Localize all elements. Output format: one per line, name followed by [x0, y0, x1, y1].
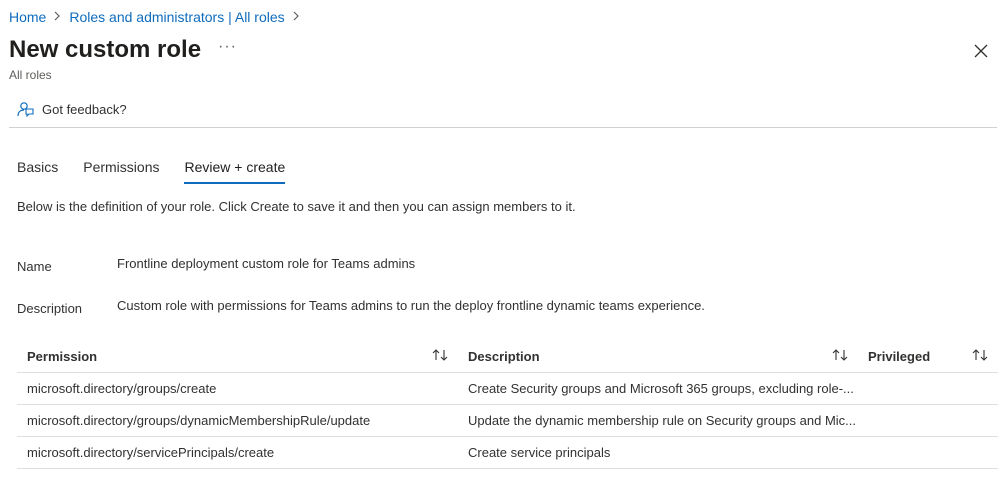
- description-cell: Update the dynamic membership rule on Se…: [468, 413, 857, 428]
- privileged-cell: [868, 373, 968, 404]
- close-button[interactable]: [970, 40, 992, 62]
- chevron-right-icon: [293, 10, 300, 24]
- privileged-cell: [868, 405, 968, 436]
- intro-text: Below is the definition of your role. Cl…: [17, 199, 576, 214]
- page-title: New custom role: [9, 36, 202, 63]
- breadcrumb-roles-link[interactable]: Roles and administrators | All roles: [69, 9, 284, 25]
- tab-review-create[interactable]: Review + create: [184, 159, 286, 184]
- chevron-right-icon: [54, 10, 61, 24]
- feedback-icon: [17, 102, 34, 118]
- more-options-button[interactable]: ···: [218, 38, 237, 56]
- tab-permissions[interactable]: Permissions: [83, 159, 159, 184]
- breadcrumb-home-link[interactable]: Home: [9, 9, 46, 25]
- feedback-label: Got feedback?: [42, 101, 127, 117]
- table-row[interactable]: microsoft.directory/groups/dynamicMember…: [17, 405, 998, 437]
- breadcrumb: Home Roles and administrators | All role…: [9, 9, 308, 25]
- permissions-table: Permission Description Privileged micros…: [17, 340, 998, 469]
- feedback-button[interactable]: Got feedback?: [16, 100, 127, 118]
- tab-basics[interactable]: Basics: [17, 159, 58, 184]
- description-label: Description: [17, 301, 83, 316]
- sort-icon[interactable]: [432, 348, 450, 362]
- column-header-description: Description: [468, 348, 540, 364]
- description-cell: Create service principals: [468, 445, 611, 460]
- column-header-privileged: Privileged: [868, 348, 931, 364]
- column-header-permission: Permission: [27, 348, 98, 364]
- name-label: Name: [17, 259, 52, 274]
- tab-list: Basics Permissions Review + create: [17, 159, 310, 184]
- name-value: Frontline deployment custom role for Tea…: [117, 256, 416, 271]
- privileged-cell: [868, 437, 968, 468]
- permission-cell: microsoft.directory/servicePrincipals/cr…: [27, 445, 275, 460]
- sort-icon[interactable]: [832, 348, 850, 362]
- permission-cell: microsoft.directory/groups/create: [27, 381, 217, 396]
- page-subtitle: All roles: [9, 68, 52, 82]
- description-value: Custom role with permissions for Teams a…: [117, 298, 705, 313]
- table-header-row: Permission Description Privileged: [17, 340, 998, 373]
- table-row[interactable]: microsoft.directory/groups/create Create…: [17, 373, 998, 405]
- description-cell: Create Security groups and Microsoft 365…: [468, 381, 854, 396]
- sort-icon[interactable]: [972, 348, 990, 362]
- toolbar-divider: [9, 127, 997, 128]
- table-row[interactable]: microsoft.directory/servicePrincipals/cr…: [17, 437, 998, 469]
- permission-cell: microsoft.directory/groups/dynamicMember…: [27, 413, 371, 428]
- close-icon: [974, 44, 988, 58]
